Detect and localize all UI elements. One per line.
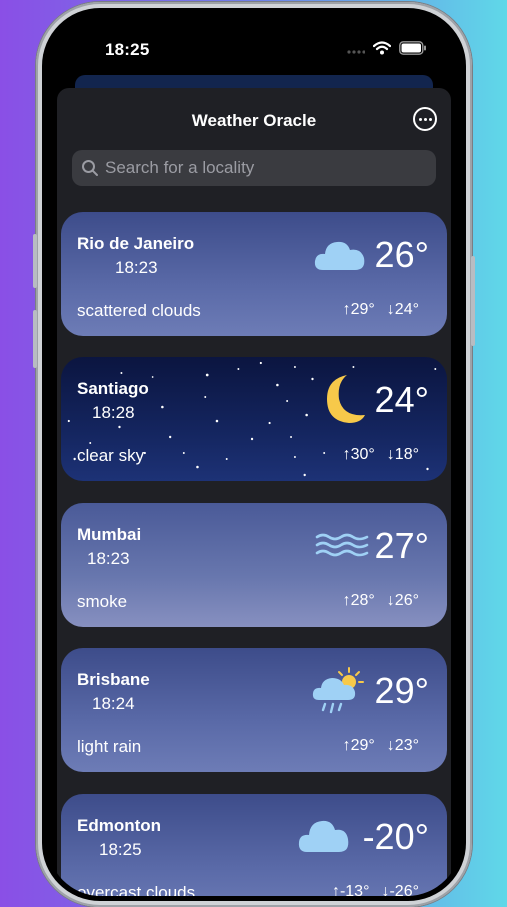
local-time: 18:24	[92, 694, 135, 713]
city-name: Mumbai	[77, 525, 142, 544]
temperature: 24°	[374, 379, 429, 420]
condition-text: clear sky	[77, 446, 145, 465]
nav-title: Weather Oracle	[191, 111, 317, 130]
ellipsis-circle-icon[interactable]	[413, 107, 437, 131]
weather-card-rio-de-janeiro[interactable]: Rio de Janeiro 18:23 scattered clouds 26…	[61, 212, 447, 336]
condition-text: overcast clouds	[77, 883, 196, 896]
high-temp: ↑29°	[342, 301, 375, 318]
screen: 18:25 Weather Oracle Search for a locali…	[47, 13, 461, 896]
bezel: 18:25 Weather Oracle Search for a locali…	[42, 8, 466, 901]
condition-text: light rain	[77, 737, 142, 756]
high-temp: ↑29°	[342, 737, 375, 754]
local-time: 18:23	[87, 549, 130, 568]
weather-card-santiago[interactable]: Santiago 18:28 clear sky 24° ↑30° ↓18°	[61, 357, 447, 481]
low-temp: ↓18°	[386, 446, 419, 463]
haze-icon	[315, 533, 369, 564]
cloud-icon	[313, 234, 367, 279]
city-name: Edmonton	[77, 816, 162, 835]
status-bar: 18:25	[47, 13, 461, 73]
moon-icon	[315, 371, 367, 432]
weather-card-brisbane[interactable]: Brisbane 18:24 light rain 29° ↑29° ↓23°	[61, 648, 447, 772]
city-name: Rio de Janeiro	[77, 234, 195, 253]
battery-icon	[399, 41, 427, 60]
status-time: 18:25	[105, 40, 150, 59]
high-temp: ↑-13°	[331, 883, 370, 896]
volume-button	[33, 310, 37, 368]
condition-text: scattered clouds	[77, 301, 201, 320]
low-temp: ↓24°	[386, 301, 419, 318]
low-temp: ↓23°	[386, 737, 419, 754]
local-time: 18:28	[92, 403, 135, 422]
status-icons	[347, 41, 427, 60]
high-low: ↑30° ↓18°	[343, 446, 419, 464]
temperature: -20°	[362, 816, 429, 857]
temperature: 27°	[374, 525, 429, 566]
temperature: 26°	[374, 234, 429, 275]
weather-card-edmonton[interactable]: Edmonton 18:25 overcast clouds -20° ↑-13…	[61, 794, 447, 896]
high-temp: ↑30°	[342, 446, 375, 463]
low-temp: ↓26°	[386, 592, 419, 609]
sun-rain-cloud-icon	[311, 666, 365, 719]
local-time: 18:23	[115, 258, 158, 277]
silent-switch	[33, 234, 37, 288]
cloud-icon	[297, 812, 351, 861]
high-temp: ↑28°	[342, 592, 375, 609]
low-temp: ↓-26°	[381, 883, 419, 896]
search-sheet: Weather Oracle Rio de Janeiro 18:23 scat…	[57, 88, 451, 896]
local-time: 18:25	[99, 840, 142, 859]
search-input[interactable]	[105, 158, 436, 178]
condition-text: smoke	[77, 592, 128, 611]
cellular-signal-icon	[347, 42, 366, 60]
weather-card-mumbai[interactable]: Mumbai 18:23 smoke 27° ↑28° ↓26°	[61, 503, 447, 627]
high-low: ↑28° ↓26°	[343, 592, 419, 610]
search-icon	[81, 159, 99, 177]
wifi-icon	[372, 41, 392, 60]
power-button	[471, 256, 475, 346]
city-name: Brisbane	[77, 670, 150, 689]
temperature: 29°	[374, 670, 429, 711]
phone-frame: 18:25 Weather Oracle Search for a locali…	[33, 2, 475, 907]
high-low: ↑-13° ↓-26°	[332, 883, 419, 896]
search-bar[interactable]	[72, 150, 436, 186]
high-low: ↑29° ↓24°	[343, 301, 419, 319]
high-low: ↑29° ↓23°	[343, 737, 419, 755]
city-name: Santiago	[77, 379, 149, 398]
